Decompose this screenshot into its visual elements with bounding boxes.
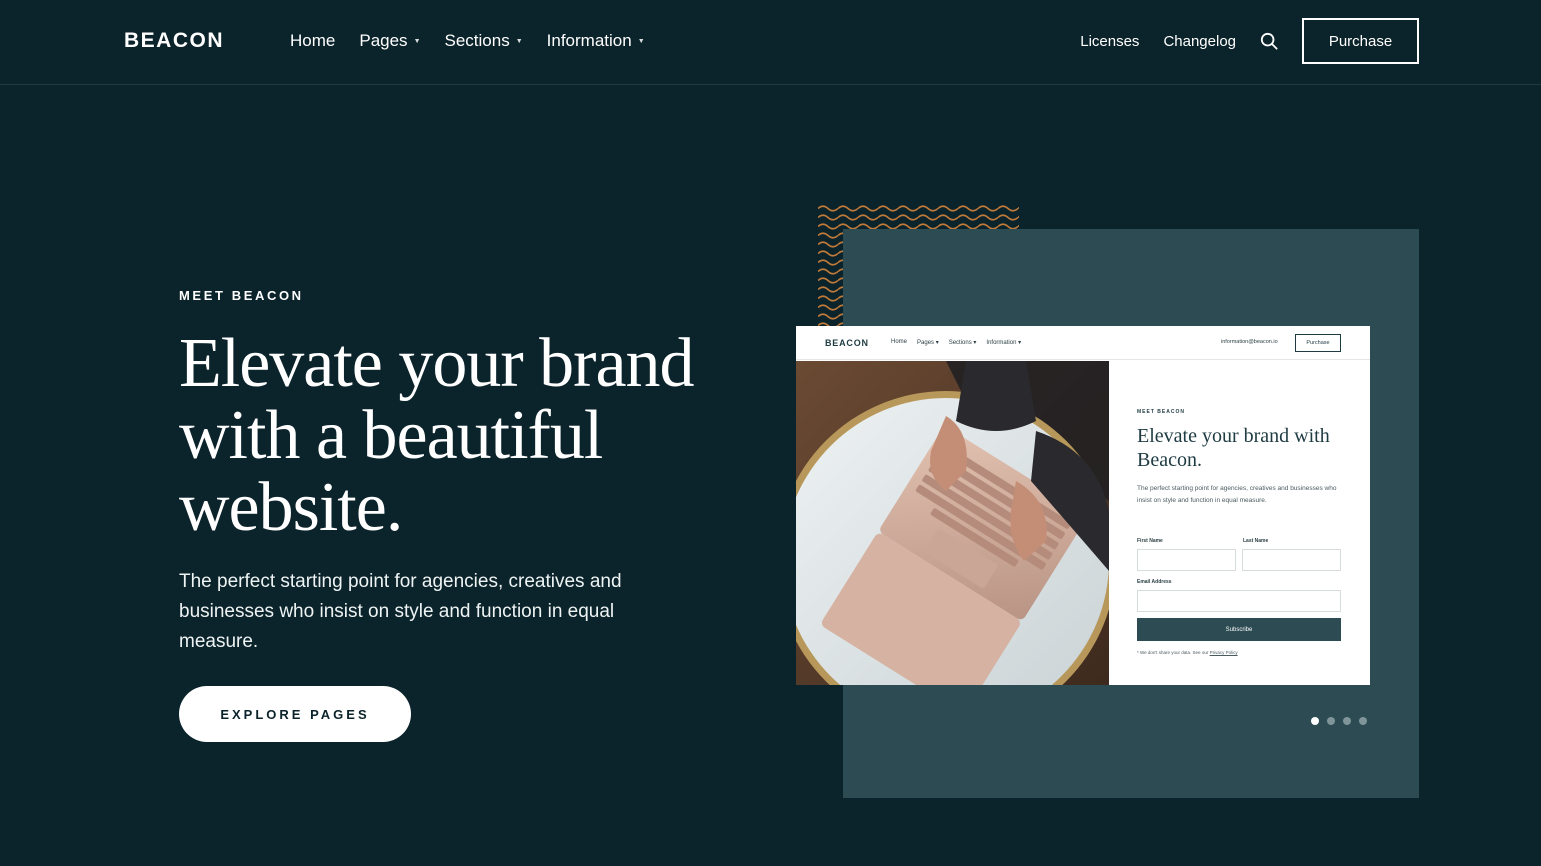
preview-email: information@beacon.io	[1221, 339, 1278, 345]
preview-last-name-field	[1242, 549, 1341, 571]
carousel-dot[interactable]	[1359, 717, 1367, 725]
preview-menu-item: Information ▾	[986, 340, 1022, 346]
preview-last-name-label: Last Name	[1243, 538, 1269, 544]
preview-privacy-link: Privacy Policy	[1209, 650, 1238, 655]
preview-email-field	[1137, 590, 1341, 612]
carousel-dots	[1311, 717, 1367, 725]
preview-subscribe-button: Subscribe	[1137, 618, 1341, 641]
hero-lead: The perfect starting point for agencies,…	[179, 571, 622, 652]
nav-right: Licenses Changelog Purchase	[1080, 18, 1419, 64]
purchase-button[interactable]: Purchase	[1302, 18, 1419, 64]
main-menu: Home Pages ▼ Sections ▼ Information ▼	[290, 31, 645, 51]
licenses-link[interactable]: Licenses	[1080, 33, 1139, 50]
nav-item-label: Home	[290, 31, 336, 50]
carousel-dot[interactable]	[1343, 717, 1351, 725]
carousel-dot[interactable]	[1327, 717, 1335, 725]
preview-navbar: BEACON Home Pages ▾ Sections ▾ Informati…	[796, 326, 1370, 360]
preview-menu-item: Home	[891, 339, 908, 345]
preview-email-label: Email Address	[1137, 579, 1172, 585]
hero-eyebrow: MEET BEACON	[179, 288, 304, 303]
caret-down-icon: ▼	[637, 37, 645, 45]
caret-down-icon: ▼	[413, 37, 421, 45]
nav-item-pages[interactable]: Pages ▼	[359, 31, 420, 51]
search-icon[interactable]	[1260, 32, 1278, 50]
top-navbar: BEACON Home Pages ▼ Sections ▼ Informati…	[0, 0, 1541, 85]
preview-menu-item: Sections ▾	[948, 340, 977, 346]
nav-item-label: Pages	[359, 31, 408, 50]
preview-menu-item: Pages ▾	[917, 340, 939, 346]
preview-menu: Home Pages ▾ Sections ▾ Information ▾	[891, 339, 1021, 346]
explore-pages-button[interactable]: EXPLORE PAGES	[179, 686, 411, 742]
caret-down-icon: ▼	[515, 37, 523, 45]
preview-eyebrow: MEET BEACON	[1137, 409, 1185, 415]
preview-purchase-button: Purchase	[1295, 334, 1341, 352]
hero-headline: Elevate your brand with a beautiful webs…	[179, 325, 695, 546]
preview-title: Elevate your brand with Beacon.	[1137, 425, 1330, 471]
nav-item-label: Information	[546, 31, 632, 50]
preview-privacy-note: * We don't share your data. See our Priv…	[1137, 650, 1238, 655]
laptop-photo-image	[796, 361, 1109, 685]
preview-text: The perfect starting point for agencies,…	[1137, 485, 1337, 504]
nav-item-home[interactable]: Home	[290, 31, 335, 51]
preview-logo: BEACON	[825, 338, 869, 348]
preview-first-name-label: First Name	[1137, 538, 1163, 544]
carousel-dot[interactable]	[1311, 717, 1319, 725]
nav-item-sections[interactable]: Sections ▼	[445, 31, 523, 51]
preview-note-text: * We don't share your data. See our	[1137, 650, 1210, 655]
nav-item-label: Sections	[444, 31, 510, 50]
changelog-link[interactable]: Changelog	[1163, 33, 1236, 50]
site-logo[interactable]: BEACON	[124, 29, 224, 53]
preview-first-name-field	[1137, 549, 1236, 571]
nav-item-information[interactable]: Information ▼	[547, 31, 645, 51]
website-preview-card: BEACON Home Pages ▾ Sections ▾ Informati…	[796, 326, 1370, 685]
